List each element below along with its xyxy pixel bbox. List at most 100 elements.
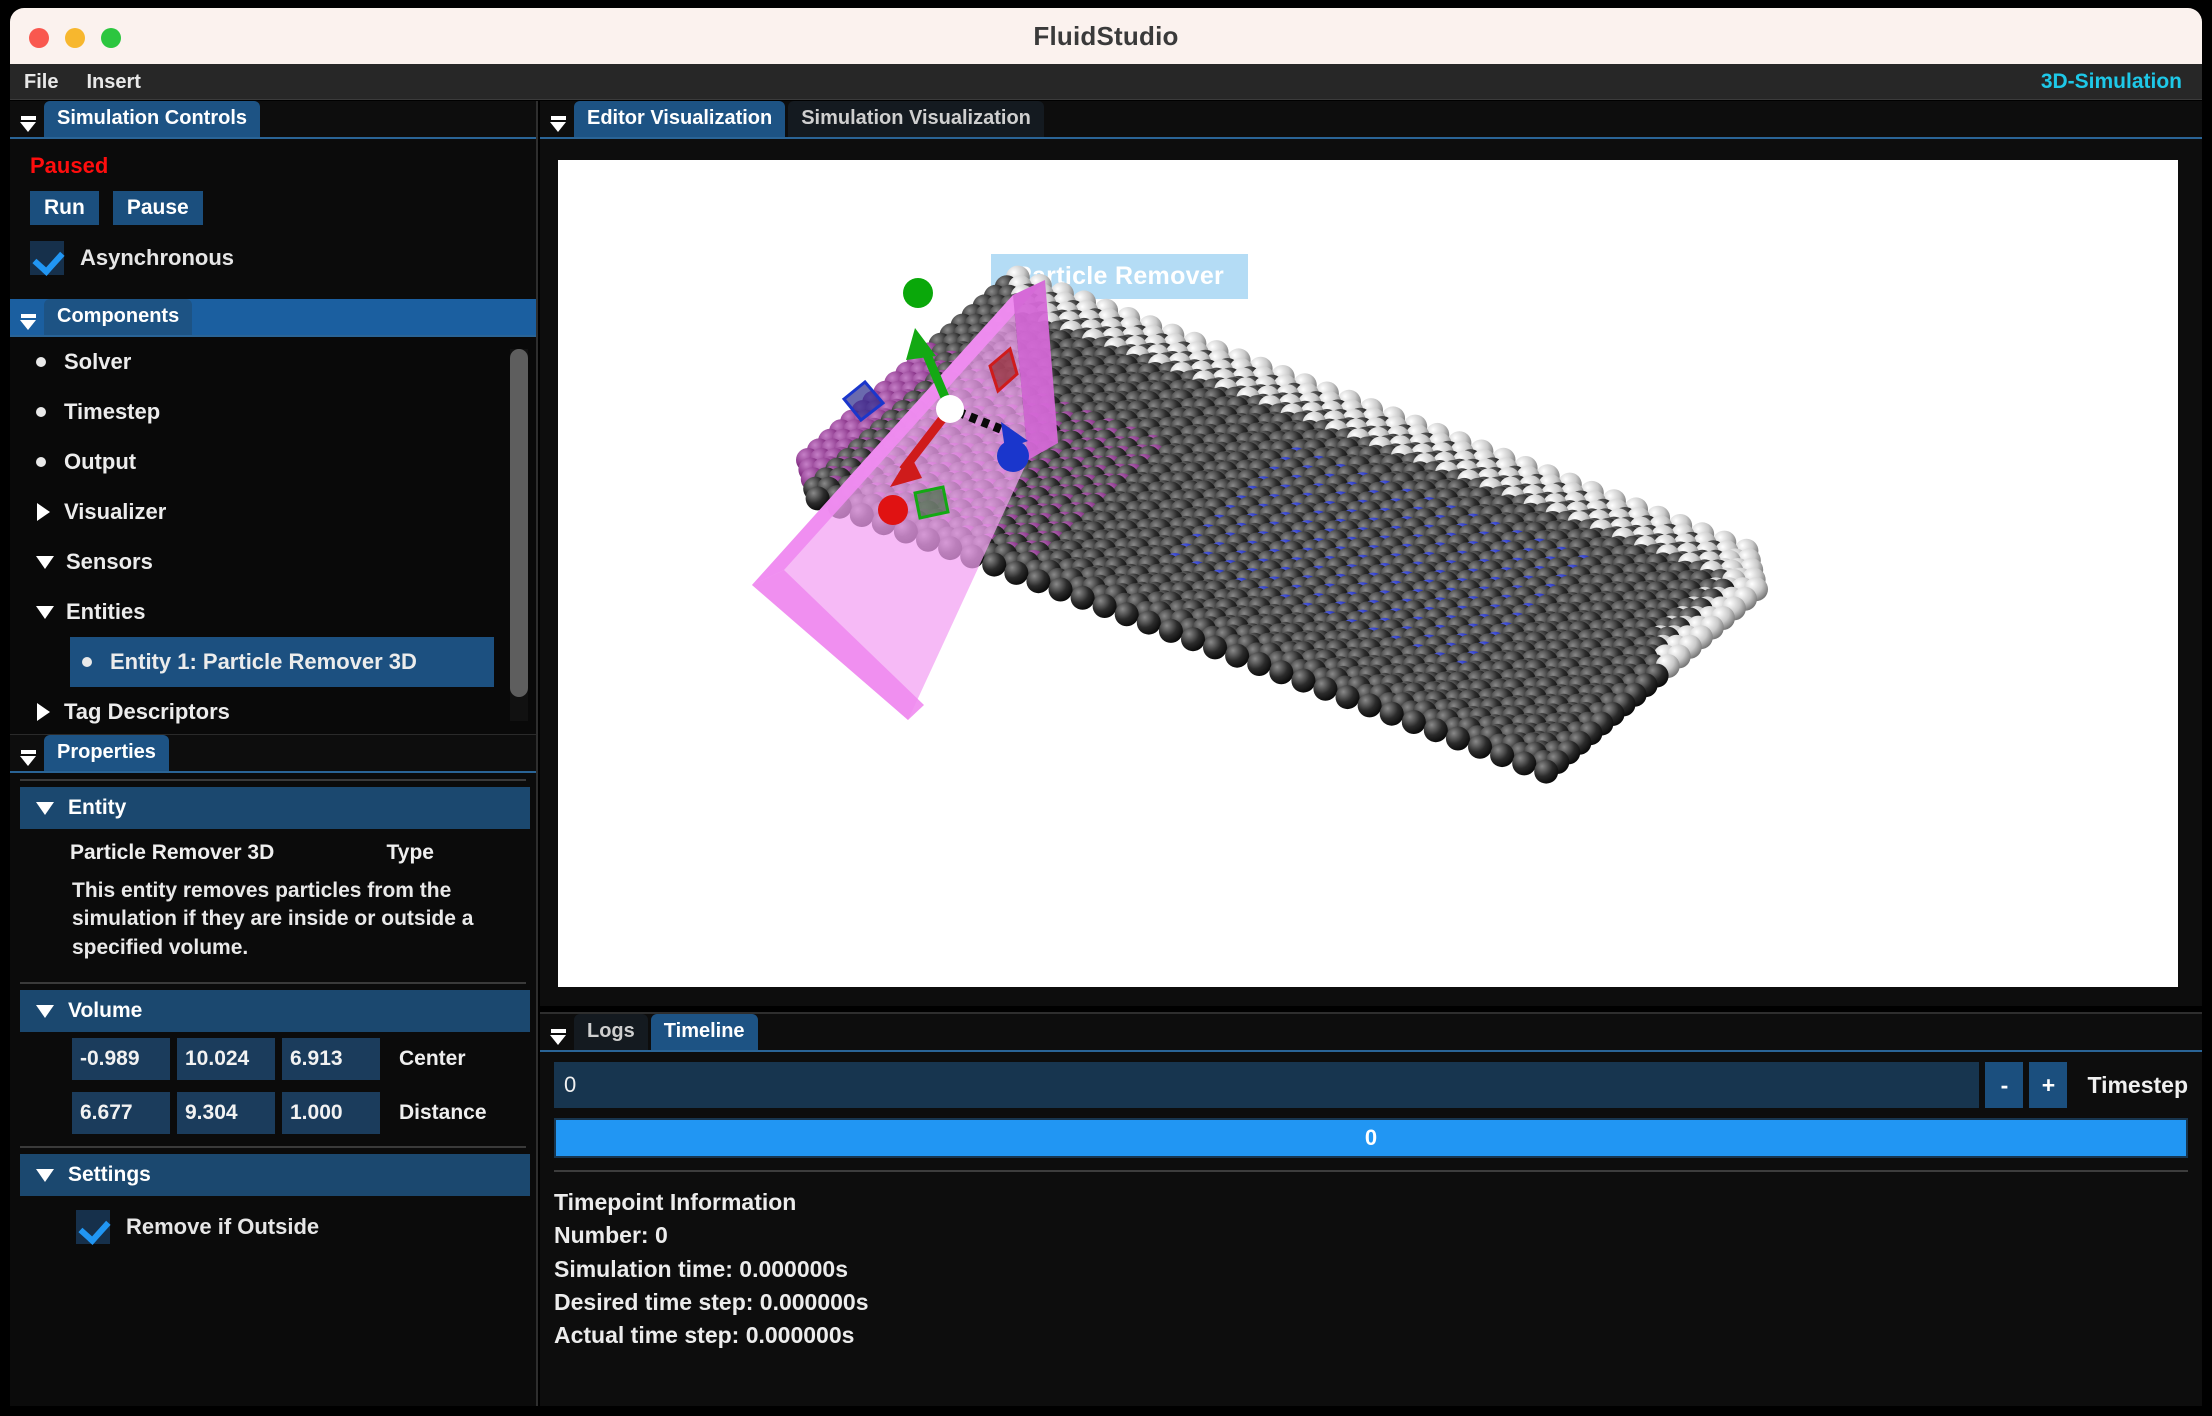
viewport-3d[interactable]: Particle Remover [558, 160, 2178, 987]
collapse-icon[interactable] [16, 309, 40, 335]
bullet-icon[interactable] [36, 457, 46, 467]
left-dock: Simulation Controls Paused Run Pause Asy… [10, 101, 538, 1406]
divider [20, 779, 526, 781]
distance-y-input[interactable]: 9.304 [177, 1092, 275, 1135]
menu-bar: File Insert 3D-Simulation [10, 64, 2202, 100]
collapse-icon[interactable] [16, 111, 40, 137]
title-bar: FluidStudio [10, 8, 2202, 64]
entity-type-row: Particle Remover 3D Type [40, 829, 536, 877]
chevron-right-icon[interactable] [37, 503, 50, 521]
tree-item-solver[interactable]: Solver [10, 337, 536, 387]
tab-components[interactable]: Components [44, 299, 193, 335]
components-tabstrip: Components [10, 299, 536, 337]
tree-item-sensors[interactable]: Sensors [10, 537, 536, 587]
asynchronous-checkbox[interactable] [30, 241, 64, 275]
run-button[interactable]: Run [30, 191, 99, 225]
tree-item-entities[interactable]: Entities [10, 587, 536, 637]
simulation-controls-tabstrip: Simulation Controls [10, 101, 536, 139]
tree-item-label: Visualizer [64, 499, 167, 524]
menu-file[interactable]: File [10, 64, 72, 100]
remove-if-outside-row[interactable]: Remove if Outside [76, 1210, 536, 1245]
collapse-icon[interactable] [16, 745, 40, 771]
volume-section-title: Volume [68, 999, 143, 1023]
timestep-increment-button[interactable]: + [2029, 1062, 2068, 1108]
pause-button[interactable]: Pause [112, 191, 203, 225]
asynchronous-row[interactable]: Asynchronous [30, 241, 536, 275]
tab-properties[interactable]: Properties [44, 735, 169, 771]
gizmo-handle-z [997, 440, 1029, 472]
asynchronous-label: Asynchronous [80, 245, 235, 270]
timestep-input[interactable]: 0 [554, 1062, 1980, 1108]
maximize-button[interactable] [101, 28, 121, 48]
bullet-icon[interactable] [36, 357, 46, 367]
volume-distance-row: 6.677 9.304 1.000 Distance [10, 1086, 536, 1140]
properties-tabstrip: Properties [10, 735, 536, 773]
gizmo-handle-y [903, 278, 933, 308]
scene-graphics [752, 265, 1768, 784]
desired-time-step: Desired time step: 0.000000s [554, 1289, 869, 1316]
gizmo-center-handle [936, 395, 964, 423]
chevron-right-icon[interactable] [37, 703, 50, 721]
bullet-icon[interactable] [36, 407, 46, 417]
entity-section-title: Entity [68, 796, 127, 819]
distance-label: Distance [399, 1101, 487, 1125]
timepoint-heading: Timepoint Information [554, 1189, 797, 1215]
chevron-down-icon [36, 801, 54, 815]
remove-if-outside-checkbox[interactable] [76, 1210, 110, 1245]
simulation-time: Simulation time: 0.000000s [554, 1255, 849, 1282]
remove-if-outside-label: Remove if Outside [126, 1214, 320, 1240]
bottom-dock: Logs Timeline 0 - + Timestep 0 Timepoint… [540, 1012, 2202, 1406]
collapse-icon[interactable] [546, 111, 570, 137]
tab-simulation-visualization[interactable]: Simulation Visualization [788, 101, 1044, 137]
entity-section-header[interactable]: Entity [20, 787, 530, 829]
tree-item-entity-1-particle-remover-3d[interactable]: Entity 1: Particle Remover 3D [70, 637, 494, 687]
tab-timeline[interactable]: Timeline [650, 1014, 758, 1050]
tab-logs[interactable]: Logs [574, 1014, 648, 1050]
timeline-slider[interactable]: 0 [554, 1118, 2188, 1158]
scrollbar-thumb[interactable] [510, 349, 528, 697]
tab-editor-visualization[interactable]: Editor Visualization [574, 101, 786, 137]
divider [20, 982, 526, 985]
tree-item-timestep[interactable]: Timestep [10, 387, 536, 437]
minimize-button[interactable] [65, 28, 85, 48]
close-button[interactable] [29, 28, 49, 48]
gizmo-handle-x [878, 495, 908, 525]
properties-body: Entity Particle Remover 3D Type This ent… [10, 779, 536, 1255]
volume-section-header[interactable]: Volume [20, 990, 530, 1033]
tree-item-tag-descriptors[interactable]: Tag Descriptors [10, 687, 536, 734]
app-window: FluidStudio File Insert 3D-Simulation Si… [0, 0, 2212, 1416]
tree-item-output[interactable]: Output [10, 437, 536, 487]
timestep-decrement-button[interactable]: - [1985, 1062, 2024, 1108]
tab-simulation-controls[interactable]: Simulation Controls [44, 101, 260, 137]
settings-body: Remove if Outside [10, 1196, 536, 1254]
settings-section-header[interactable]: Settings [20, 1154, 530, 1197]
timepoint-information: Timepoint Information Number: 0 Simulati… [554, 1172, 2188, 1353]
simulation-mode-label: 3D-Simulation [2040, 70, 2182, 93]
tree-item-label: Sensors [66, 549, 153, 574]
timepoint-number: Number: 0 [554, 1222, 668, 1249]
app-title: FluidStudio [1033, 20, 1179, 51]
center-y-input[interactable]: 10.024 [177, 1038, 275, 1081]
tree-item-visualizer[interactable]: Visualizer [10, 487, 536, 537]
bullet-icon[interactable] [82, 657, 92, 667]
tree-item-label: Output [64, 449, 137, 474]
tree-item-label: Timestep [64, 399, 161, 424]
tree-item-label: Tag Descriptors [64, 699, 230, 724]
divider [20, 1146, 526, 1149]
menu-insert[interactable]: Insert [72, 64, 154, 100]
components-tree: Solver Timestep Output Visualizer Sensors Ent… [10, 337, 536, 735]
settings-section-title: Settings [68, 1163, 151, 1187]
chevron-down-icon[interactable] [36, 555, 54, 569]
distance-x-input[interactable]: 6.677 [72, 1092, 170, 1135]
chevron-down-icon [36, 1004, 54, 1018]
simulation-controls-body: Paused Run Pause Asynchronous [10, 139, 536, 287]
center-x-input[interactable]: -0.989 [72, 1038, 170, 1081]
chevron-down-icon[interactable] [36, 605, 54, 619]
components-scrollbar[interactable] [510, 349, 528, 721]
visualization-dock: Editor Visualization Simulation Visualiz… [540, 101, 2202, 1006]
collapse-icon[interactable] [546, 1024, 570, 1050]
distance-z-input[interactable]: 1.000 [282, 1092, 380, 1135]
timestep-label: Timestep [2087, 1071, 2188, 1098]
center-z-input[interactable]: 6.913 [282, 1038, 380, 1081]
tree-item-label: Solver [64, 349, 132, 374]
